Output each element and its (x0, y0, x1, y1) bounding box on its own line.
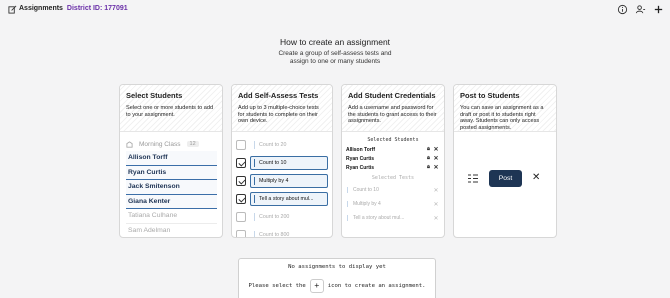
student-item[interactable]: Tatiana Culhane (126, 209, 217, 224)
card-description: You can save an assignment as a draft or… (460, 105, 544, 131)
close-icon[interactable]: ✕ (432, 187, 440, 194)
card-header: Add Self-Assess Tests Add up to 3 multip… (232, 85, 332, 132)
select-students-card: Select Students Select one or more stude… (119, 84, 223, 238)
close-icon[interactable]: ✕ (432, 164, 440, 171)
student-item[interactable]: Jack Smitenson (126, 180, 217, 195)
class-name: Morning Class (139, 140, 181, 148)
test-label: Count to 10 (250, 156, 328, 170)
test-item[interactable]: Multiply by 4 (236, 174, 328, 188)
card-description: Select one or more students to add to yo… (126, 105, 214, 118)
test-item[interactable]: Count to 200 (236, 210, 328, 224)
student-list: Morning Class 12 Allison Torff Ryan Curt… (120, 132, 222, 238)
empty-state-hint: Please select the + icon to create an as… (239, 279, 435, 293)
self-assess-tests-card: Add Self-Assess Tests Add up to 3 multip… (231, 84, 333, 238)
student-item[interactable]: Allison Torff (126, 151, 217, 166)
card-title: Add Student Credentials (348, 91, 436, 100)
card-header: Add Student Credentials Add a username a… (342, 85, 444, 132)
page-heading: How to create an assignment (279, 37, 391, 47)
card-description: Add a username and password for the stud… (348, 105, 437, 125)
test-label: Count to 20 (250, 138, 328, 152)
credential-test-name: Tell a story about mul... (353, 215, 405, 221)
app-title: Assignments District ID: 177091 (19, 5, 128, 12)
test-label: Count to 200 (250, 210, 328, 224)
card-title: Add Self-Assess Tests (238, 91, 319, 100)
selected-students-label: Selected Students (367, 137, 419, 143)
app-title-text: Assignments (19, 5, 63, 12)
class-count-badge: 12 (186, 141, 199, 147)
card-title: Post to Students (460, 91, 520, 100)
credential-test-name: Count to 10 (353, 187, 379, 193)
test-checkbox[interactable] (236, 230, 246, 237)
card-description: Add up to 3 multiple-choice tests for st… (238, 105, 319, 125)
class-row[interactable]: Morning Class 12 (126, 137, 217, 151)
credential-test-name: Multiply by 4 (353, 201, 381, 207)
plus-icon[interactable]: + (309, 279, 324, 293)
subheading-line-1: Create a group of self-assess tests and (278, 50, 392, 57)
credential-student-name: Ryan Curtis (346, 164, 375, 171)
credential-student-row: Ryan Curtis 🔒︎ ✕ (346, 163, 440, 172)
test-label: Count to 800 (250, 228, 328, 237)
credential-student-name: Allison Torff (346, 146, 376, 153)
test-checkbox[interactable] (236, 158, 246, 168)
close-icon[interactable]: ✕ (532, 172, 540, 184)
student-item[interactable]: Ryan Curtis (126, 165, 217, 180)
test-checkbox[interactable] (236, 212, 246, 222)
credential-test-row: Count to 10 ✕ (346, 183, 440, 197)
users-icon[interactable] (635, 4, 646, 15)
district-id: District ID: 177091 (66, 5, 128, 12)
lock-icon[interactable]: 🔒︎ (425, 155, 432, 162)
close-icon[interactable]: ✕ (432, 201, 440, 208)
student-item[interactable]: Sam Adelman (126, 224, 217, 238)
close-icon[interactable]: ✕ (432, 146, 440, 153)
selected-tests-label: Selected Tests (371, 175, 415, 181)
credential-student-row: Ryan Curtis 🔒︎ ✕ (346, 154, 440, 163)
post-button[interactable]: Post (489, 170, 522, 187)
top-bar: Assignments District ID: 177091 (0, 0, 670, 20)
checklist-icon[interactable] (468, 174, 478, 183)
close-icon[interactable]: ✕ (432, 215, 440, 222)
test-list: Count to 20 Count to 10 Multiply by 4 Te… (232, 132, 332, 237)
hint-text-after: icon to create an assignment. (327, 283, 426, 289)
edit-note-icon (8, 5, 17, 14)
lock-icon[interactable]: 🔒︎ (425, 164, 432, 171)
credentials-list: Selected Students Allison Torff 🔒︎ ✕ Rya… (342, 132, 444, 225)
test-item[interactable]: Tell a story about mul... (236, 192, 328, 206)
card-header: Post to Students You can save an assignm… (454, 85, 556, 132)
student-credentials-card: Add Student Credentials Add a username a… (341, 84, 445, 238)
hint-text-before: Please select the (248, 283, 306, 289)
test-label: Multiply by 4 (250, 174, 328, 188)
test-item[interactable]: Count to 20 (236, 138, 328, 152)
card-header: Select Students Select one or more stude… (120, 85, 222, 132)
test-label: Tell a story about mul... (250, 192, 328, 206)
test-item[interactable]: Count to 800 (236, 228, 328, 237)
close-icon[interactable]: ✕ (432, 155, 440, 162)
test-checkbox[interactable] (236, 176, 246, 186)
student-item[interactable]: Giana Kenter (126, 194, 217, 209)
add-assignment-icon[interactable] (653, 4, 664, 15)
credential-test-row: Multiply by 4 ✕ (346, 197, 440, 211)
credential-test-row: Tell a story about mul... ✕ (346, 211, 440, 225)
credential-student-row: Allison Torff 🔒︎ ✕ (346, 145, 440, 154)
test-checkbox[interactable] (236, 140, 246, 150)
post-actions: Post ✕ (454, 132, 556, 237)
class-icon (126, 140, 133, 148)
card-title: Select Students (126, 91, 183, 100)
page-subheading: Create a group of self-assess tests and … (0, 50, 670, 66)
credential-student-name: Ryan Curtis (346, 155, 375, 162)
subheading-line-2: assign to one or many students (289, 58, 381, 65)
test-item[interactable]: Count to 10 (236, 156, 328, 170)
empty-state-title: No assignments to display yet (288, 264, 386, 270)
empty-state-panel: No assignments to display yet Please sel… (238, 258, 436, 298)
post-to-students-card: Post to Students You can save an assignm… (453, 84, 557, 238)
info-icon[interactable] (617, 4, 628, 15)
lock-icon[interactable]: 🔒︎ (425, 146, 432, 153)
test-checkbox[interactable] (236, 194, 246, 204)
